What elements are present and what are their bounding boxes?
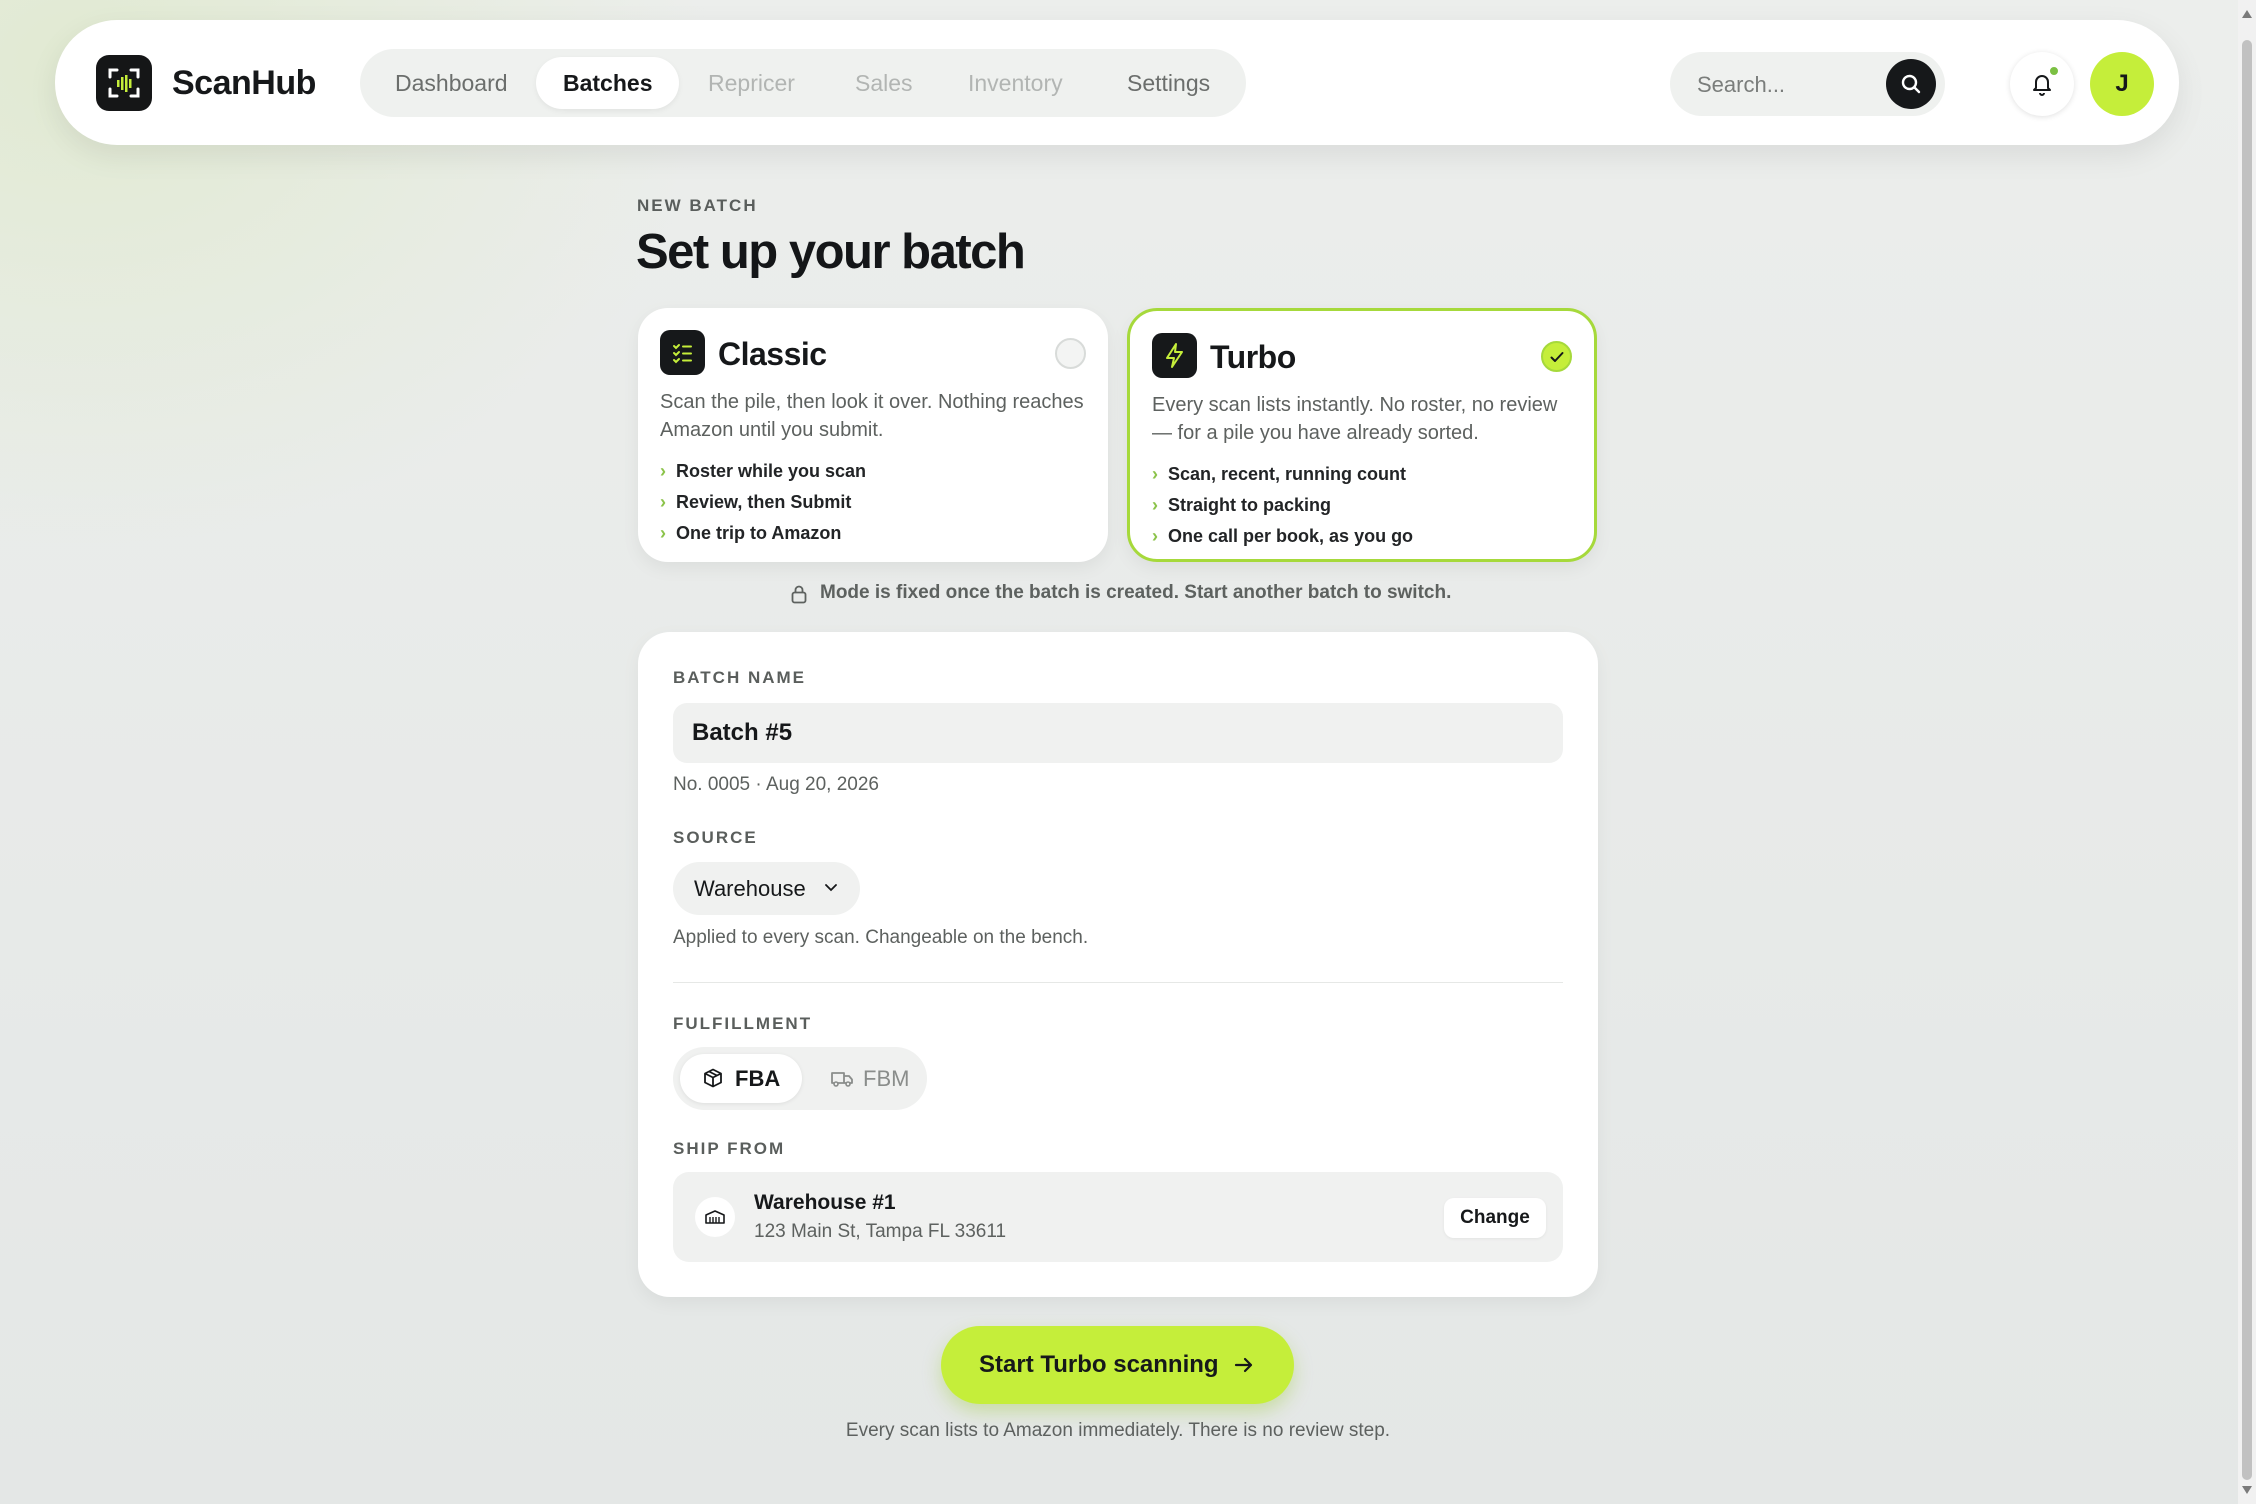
ship-from-name: Warehouse #1 (754, 1191, 896, 1214)
mode-description-classic: Scan the pile, then look it over. Nothin… (660, 391, 1084, 441)
mode-radio-turbo[interactable] (1541, 341, 1572, 372)
top-navigation-bar: ScanHub Dashboard Batches Repricer Sales… (55, 20, 2179, 145)
batch-form-card: BATCH NAME Batch #5 No. 0005 · Aug 20, 2… (638, 632, 1598, 1297)
list-item: › One trip to Amazon (660, 523, 842, 543)
brand-name[interactable]: ScanHub (172, 64, 316, 103)
box-icon (704, 1068, 722, 1088)
mode-card-classic[interactable]: Classic Scan the pile, then look it over… (638, 308, 1108, 562)
fulfillment-toggle: FBA FBM (673, 1047, 927, 1110)
page-eyebrow: NEW BATCH (637, 196, 758, 215)
mode-name-turbo: Turbo (1210, 339, 1296, 375)
mode-description-turbo: Every scan lists instantly. No roster, n… (1152, 394, 1558, 444)
source-label: SOURCE (673, 828, 758, 847)
nav-item-batches[interactable]: Batches (536, 57, 680, 109)
check-icon (1550, 352, 1564, 362)
cta-note: Every scan lists to Amazon immediately. … (845, 1420, 1391, 1441)
mode-name-classic: Classic (718, 336, 827, 372)
lock-icon (791, 585, 807, 604)
mode-card-turbo[interactable]: Turbo Every scan lists instantly. No ros… (1127, 308, 1597, 562)
fulfillment-label: FULFILLMENT (673, 1014, 813, 1033)
ship-from-address: 123 Main St, Tampa FL 33611 (754, 1221, 1007, 1242)
nav-item-settings[interactable]: Settings (1100, 57, 1237, 109)
source-select-value: Warehouse (694, 876, 806, 901)
divider (673, 982, 1563, 983)
arrow-right-icon (1234, 1357, 1253, 1373)
mode-radio-classic[interactable] (1055, 338, 1086, 369)
ship-from-label: SHIP FROM (673, 1139, 786, 1158)
search-icon (1901, 74, 1921, 94)
nav-item-dashboard[interactable]: Dashboard (368, 57, 535, 109)
scanhub-logo-icon[interactable] (96, 55, 152, 111)
main-nav: Dashboard Batches Repricer Sales Invento… (360, 49, 1246, 117)
change-ship-from-button[interactable]: Change (1444, 1198, 1546, 1238)
search-input[interactable]: Search... (1697, 72, 1785, 98)
batch-name-input[interactable]: Batch #5 (673, 703, 1563, 763)
list-item: › Straight to packing (1152, 495, 1332, 515)
notifications-button[interactable] (2010, 52, 2074, 116)
fulfillment-option-fbm[interactable]: FBM (808, 1054, 931, 1103)
scrollbar-thumb[interactable] (2242, 40, 2252, 1480)
notification-dot (2048, 65, 2060, 77)
scroll-down-arrow-icon[interactable] (2242, 1486, 2252, 1494)
chevron-down-icon (824, 884, 837, 892)
batch-meta: No. 0005 · Aug 20, 2026 (673, 774, 879, 795)
source-select[interactable]: Warehouse (673, 862, 860, 915)
mode-fixed-note: Mode is fixed once the batch is created.… (790, 582, 1451, 604)
truck-icon (831, 1072, 853, 1087)
start-turbo-scanning-button[interactable]: Start Turbo scanning (941, 1326, 1294, 1404)
source-help-text: Applied to every scan. Changeable on the… (673, 927, 1089, 948)
ship-from-card: Warehouse #1 123 Main St, Tampa FL 33611… (673, 1172, 1563, 1262)
user-avatar[interactable]: J (2090, 52, 2154, 116)
warehouse-icon (695, 1197, 735, 1237)
scroll-up-arrow-icon[interactable] (2242, 10, 2252, 18)
page-title: Set up your batch (636, 225, 1026, 279)
lightning-icon (1152, 333, 1197, 378)
list-item: › Scan, recent, running count (1152, 464, 1407, 484)
fulfillment-option-fba[interactable]: FBA (680, 1054, 803, 1103)
search-bar[interactable]: Search... (1670, 52, 1945, 116)
page-scrollbar[interactable] (2238, 0, 2256, 1504)
mode-bullets-classic: › Roster while you scan › Review, then Sub… (660, 456, 866, 549)
checklist-icon (660, 330, 705, 375)
mode-bullets-turbo: › Scan, recent, running count › Straight t… (1152, 459, 1413, 552)
nav-item-inventory[interactable]: Inventory (941, 57, 1090, 109)
batch-name-label: BATCH NAME (673, 668, 807, 687)
nav-item-repricer[interactable]: Repricer (681, 57, 822, 109)
search-button[interactable] (1886, 59, 1936, 109)
nav-item-sales[interactable]: Sales (828, 57, 940, 109)
list-item: › Roster while you scan (660, 461, 867, 481)
list-item: › One call per book, as you go (1152, 526, 1414, 546)
list-item: › Review, then Submit (660, 492, 852, 512)
